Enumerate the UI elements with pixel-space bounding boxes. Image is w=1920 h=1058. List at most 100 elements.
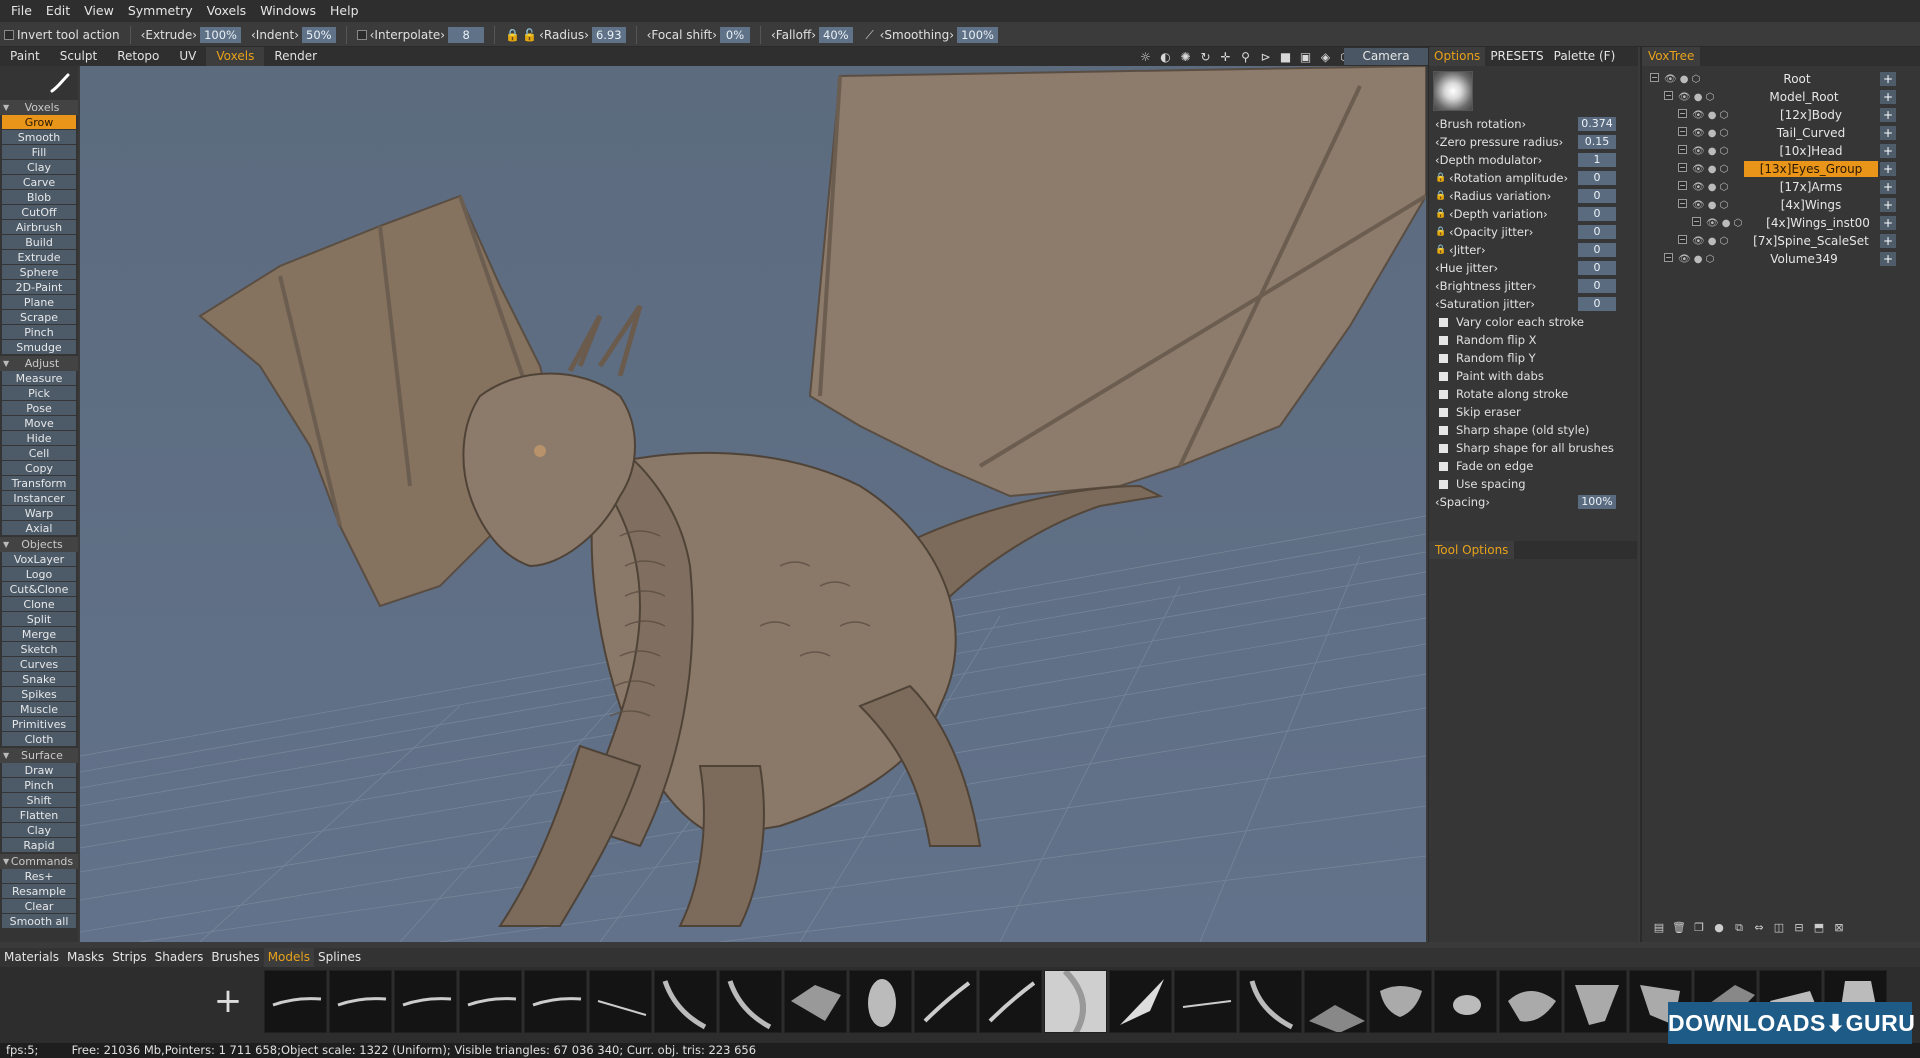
ghost-icon[interactable]: ●: [1708, 164, 1717, 175]
collapse-triangle-icon[interactable]: ▼: [3, 854, 9, 869]
tool-cut-clone[interactable]: Cut&Clone: [2, 582, 76, 597]
tool-snake[interactable]: Snake: [2, 672, 76, 687]
interpolate-param[interactable]: ‹Interpolate› 8: [356, 26, 485, 43]
model-thumbnail[interactable]: [329, 970, 392, 1033]
surface-tool-draw[interactable]: Draw: [2, 763, 76, 778]
room-tab-retopo[interactable]: Retopo: [107, 47, 169, 66]
indent-value[interactable]: 50%: [302, 26, 336, 43]
ghost-icon[interactable]: ●: [1708, 200, 1717, 211]
param-value[interactable]: 0: [1578, 207, 1616, 221]
voxtree-item[interactable]: − 👁 ● ⬡ [4x]Wings +: [1642, 196, 1920, 214]
tool-sphere[interactable]: Sphere: [2, 265, 76, 280]
ghost-icon[interactable]: ●: [1680, 74, 1689, 85]
layer-name[interactable]: [7x]Spine_ScaleSet: [1744, 233, 1878, 249]
lock-icon[interactable]: 🔒: [505, 28, 520, 42]
lock-icon[interactable]: 🔒: [1435, 227, 1446, 238]
visibility-icons[interactable]: 👁 ● ⬡: [1678, 89, 1714, 105]
tool-blob[interactable]: Blob: [2, 190, 76, 205]
room-tab-voxels[interactable]: Voxels: [206, 47, 265, 66]
ghost-icon[interactable]: ●: [1708, 110, 1717, 121]
spacing-param[interactable]: ‹Spacing› 100%: [1429, 493, 1638, 511]
checkbox[interactable]: [1439, 425, 1448, 435]
options-tab-1[interactable]: PRESETS: [1485, 47, 1548, 66]
tool-build[interactable]: Build: [2, 235, 76, 250]
tool-clone[interactable]: Clone: [2, 597, 76, 612]
shelf-tab-materials[interactable]: Materials: [0, 948, 63, 967]
model-thumbnail[interactable]: [979, 970, 1042, 1033]
smoothing-param[interactable]: ⟋ ‹Smoothing› 100%: [863, 26, 998, 43]
tool-clay[interactable]: Clay: [2, 160, 76, 175]
model-thumbnail[interactable]: [1499, 970, 1562, 1033]
tool-logo[interactable]: Logo: [2, 567, 76, 582]
eye-icon[interactable]: 👁: [1692, 164, 1705, 175]
shelf-tab-splines[interactable]: Splines: [314, 948, 365, 967]
unlock-icon[interactable]: 🔓: [522, 28, 537, 42]
menu-voxels[interactable]: Voxels: [200, 0, 254, 22]
option-checkbox-row[interactable]: Paint with dabs: [1429, 367, 1638, 385]
command-smooth-all[interactable]: Smooth all: [2, 914, 76, 929]
model-thumbnail[interactable]: [1369, 970, 1432, 1033]
collapse-triangle-icon[interactable]: ▼: [3, 537, 9, 552]
model-thumbnail[interactable]: [1109, 970, 1172, 1033]
tool-hide[interactable]: Hide: [2, 431, 76, 446]
sphere-icon[interactable]: ●: [1712, 921, 1726, 935]
brush-param[interactable]: ‹Depth modulator› 1: [1429, 151, 1638, 169]
model-thumbnail[interactable]: [1434, 970, 1497, 1033]
checkbox[interactable]: [1439, 461, 1448, 471]
model-thumbnail[interactable]: [849, 970, 912, 1033]
options-tab-2[interactable]: Palette (F): [1549, 47, 1621, 66]
command-clear[interactable]: Clear: [2, 899, 76, 914]
visibility-icons[interactable]: 👁 ● ⬡: [1664, 71, 1700, 87]
new-layer-icon[interactable]: ▤: [1652, 921, 1666, 935]
option-checkbox-row[interactable]: Sharp shape for all brushes: [1429, 439, 1638, 457]
brush-param[interactable]: ‹Zero pressure radius› 0.15: [1429, 133, 1638, 151]
shelf-tab-models[interactable]: Models: [263, 948, 314, 967]
contrast-icon[interactable]: ◐: [1157, 48, 1174, 65]
tool-carve[interactable]: Carve: [2, 175, 76, 190]
brush-preview[interactable]: [1433, 71, 1473, 111]
layer-name[interactable]: [17x]Arms: [1744, 179, 1878, 195]
room-tab-sculpt[interactable]: Sculpt: [50, 47, 107, 66]
add-layer-button[interactable]: +: [1880, 144, 1896, 158]
menu-edit[interactable]: Edit: [39, 0, 77, 22]
param-value[interactable]: 1: [1578, 153, 1616, 167]
visibility-icons[interactable]: 👁 ● ⬡: [1692, 143, 1728, 159]
voxtree-item[interactable]: − 👁 ● ⬡ [10x]Head +: [1642, 142, 1920, 160]
copy-icon[interactable]: ❐: [1692, 921, 1706, 935]
tool-primitives[interactable]: Primitives: [2, 717, 76, 732]
visibility-icons[interactable]: 👁 ● ⬡: [1678, 251, 1714, 267]
param-value[interactable]: 0: [1578, 297, 1616, 311]
eye-icon[interactable]: 👁: [1706, 218, 1719, 229]
eye-icon[interactable]: 👁: [1678, 254, 1691, 265]
tool-scrape[interactable]: Scrape: [2, 310, 76, 325]
param-value[interactable]: 0: [1578, 243, 1616, 257]
ghost-icon[interactable]: ●: [1694, 92, 1703, 103]
voxtree-tab[interactable]: VoxTree: [1642, 47, 1701, 66]
param-value[interactable]: 0: [1578, 189, 1616, 203]
eye-icon[interactable]: 👁: [1692, 146, 1705, 157]
target-icon[interactable]: ◈: [1317, 48, 1334, 65]
menu-symmetry[interactable]: Symmetry: [121, 0, 200, 22]
visibility-icons[interactable]: 👁 ● ⬡: [1692, 125, 1728, 141]
tool-2d-paint[interactable]: 2D-Paint: [2, 280, 76, 295]
add-layer-button[interactable]: +: [1880, 234, 1896, 248]
tool-copy[interactable]: Copy: [2, 461, 76, 476]
layer-name[interactable]: [4x]Wings: [1744, 197, 1878, 213]
eye-icon[interactable]: 👁: [1692, 128, 1705, 139]
shelf-tab-masks[interactable]: Masks: [63, 948, 108, 967]
ghost-icon[interactable]: ●: [1722, 218, 1731, 229]
invert-tool-toggle[interactable]: Invert tool action: [4, 28, 120, 42]
param-value[interactable]: 0: [1578, 261, 1616, 275]
brush-selector[interactable]: [0, 66, 78, 99]
tool-split[interactable]: Split: [2, 612, 76, 627]
collapse-triangle-icon[interactable]: ▼: [3, 100, 9, 115]
radius-param[interactable]: 🔒 🔓 ‹Radius› 6.93: [505, 26, 626, 43]
layer-name[interactable]: [4x]Wings_inst00: [1758, 215, 1878, 231]
room-tab-uv[interactable]: UV: [169, 47, 206, 66]
room-tab-paint[interactable]: Paint: [0, 47, 50, 66]
checkbox[interactable]: [1439, 353, 1448, 363]
param-value[interactable]: 0.15: [1578, 135, 1616, 149]
merge-icon[interactable]: ⇔: [1752, 921, 1766, 935]
ghost-icon[interactable]: ●: [1694, 254, 1703, 265]
lock-icon[interactable]: 🔒: [1435, 173, 1446, 184]
